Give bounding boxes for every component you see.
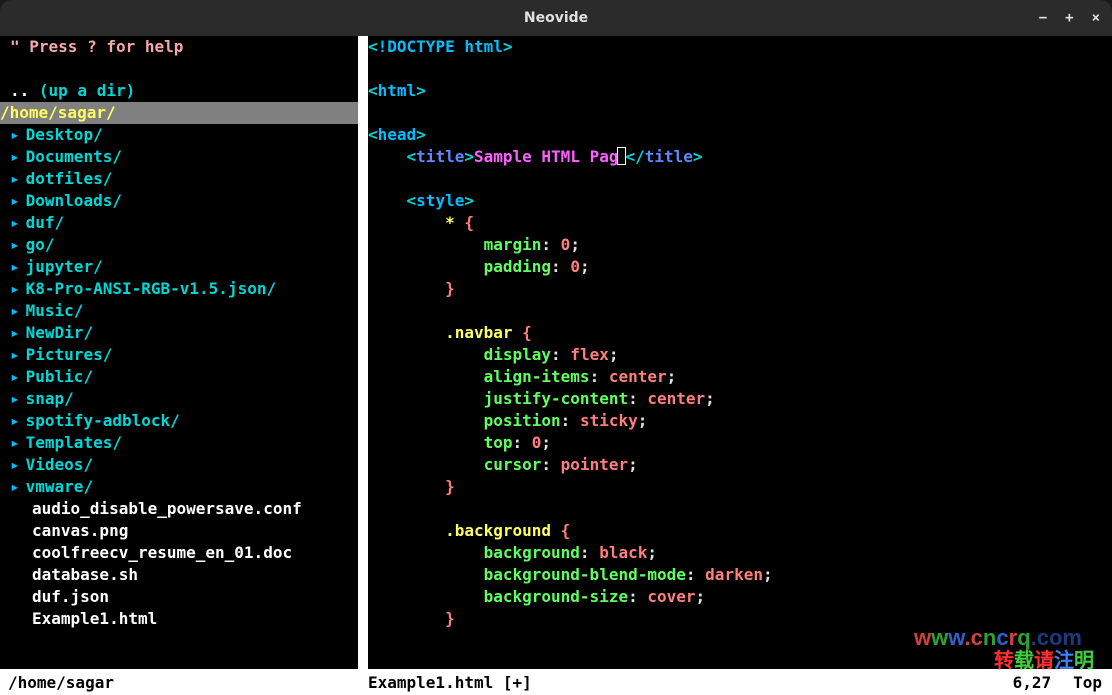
tree-current-path[interactable]: /home/sagar/ [0, 102, 358, 124]
tree-dir-item[interactable]: ▸spotify-adblock/ [0, 410, 358, 432]
chevron-right-icon: ▸ [10, 323, 20, 342]
tree-dir-item[interactable]: ▸Pictures/ [0, 344, 358, 366]
close-button[interactable]: × [1092, 11, 1100, 25]
file-tree-pane[interactable]: " Press ? for help .. (up a dir) /home/s… [0, 36, 358, 669]
chevron-right-icon: ▸ [10, 279, 20, 298]
tree-dir-item[interactable]: ▸Templates/ [0, 432, 358, 454]
status-filename: Example1.html [+] [368, 673, 1013, 692]
tree-dir-item[interactable]: ▸vmware/ [0, 476, 358, 498]
chevron-right-icon: ▸ [10, 147, 20, 166]
tree-dir-item[interactable]: ▸duf/ [0, 212, 358, 234]
tree-dir-item[interactable]: ▸dotfiles/ [0, 168, 358, 190]
chevron-right-icon: ▸ [10, 455, 20, 474]
split-bar[interactable] [358, 36, 368, 669]
code-editor-pane[interactable]: <!DOCTYPE html> <html> <head> <title>Sam… [368, 36, 1112, 669]
tree-dir-item[interactable]: ▸Music/ [0, 300, 358, 322]
tree-file-item[interactable]: canvas.png [0, 520, 358, 542]
tree-dir-item[interactable]: ▸snap/ [0, 388, 358, 410]
maximize-button[interactable]: + [1065, 11, 1073, 25]
tree-up-dir[interactable]: .. (up a dir) [0, 80, 358, 102]
tree-file-item[interactable]: database.sh [0, 564, 358, 586]
tree-dir-item[interactable]: ▸jupyter/ [0, 256, 358, 278]
chevron-right-icon: ▸ [10, 235, 20, 254]
chevron-right-icon: ▸ [10, 125, 20, 144]
status-left-path: /home/sagar [0, 673, 368, 692]
tree-dir-item[interactable]: ▸Downloads/ [0, 190, 358, 212]
tree-dir-item[interactable]: ▸Documents/ [0, 146, 358, 168]
minimize-button[interactable]: − [1039, 11, 1047, 25]
editor-body: " Press ? for help .. (up a dir) /home/s… [0, 36, 1112, 669]
tree-file-item[interactable]: Example1.html [0, 608, 358, 630]
chevron-right-icon: ▸ [10, 257, 20, 276]
tree-dir-item[interactable]: ▸Desktop/ [0, 124, 358, 146]
chevron-right-icon: ▸ [10, 301, 20, 320]
tree-file-item[interactable]: coolfreecv_resume_en_01.doc [0, 542, 358, 564]
tree-file-item[interactable]: duf.json [0, 586, 358, 608]
tree-dir-item[interactable]: ▸K8-Pro-ANSI-RGB-v1.5.json/ [0, 278, 358, 300]
window-title: Neovide [524, 10, 588, 26]
chevron-right-icon: ▸ [10, 191, 20, 210]
code-line: <!DOCTYPE html> [368, 36, 1112, 58]
window-controls: − + × [1039, 11, 1100, 25]
chevron-right-icon: ▸ [10, 389, 20, 408]
tree-dir-item[interactable]: ▸go/ [0, 234, 358, 256]
titlebar: Neovide − + × [0, 0, 1112, 36]
status-scroll: Top [1073, 673, 1102, 692]
status-position: 6,27 [1013, 673, 1052, 692]
chevron-right-icon: ▸ [10, 367, 20, 386]
tree-dir-item[interactable]: ▸Public/ [0, 366, 358, 388]
spacer [0, 58, 358, 80]
chevron-right-icon: ▸ [10, 477, 20, 496]
chevron-right-icon: ▸ [10, 433, 20, 452]
tree-help-hint: " Press ? for help [0, 36, 358, 58]
status-bar: /home/sagar Example1.html [+] 6,27 Top [0, 669, 1112, 695]
chevron-right-icon: ▸ [10, 411, 20, 430]
status-right: 6,27 Top [1013, 673, 1112, 692]
tree-dir-item[interactable]: ▸NewDir/ [0, 322, 358, 344]
tree-dir-item[interactable]: ▸Videos/ [0, 454, 358, 476]
text-cursor [617, 147, 626, 165]
chevron-right-icon: ▸ [10, 169, 20, 188]
chevron-right-icon: ▸ [10, 345, 20, 364]
chevron-right-icon: ▸ [10, 213, 20, 232]
tree-file-item[interactable]: audio_disable_powersave.conf [0, 498, 358, 520]
